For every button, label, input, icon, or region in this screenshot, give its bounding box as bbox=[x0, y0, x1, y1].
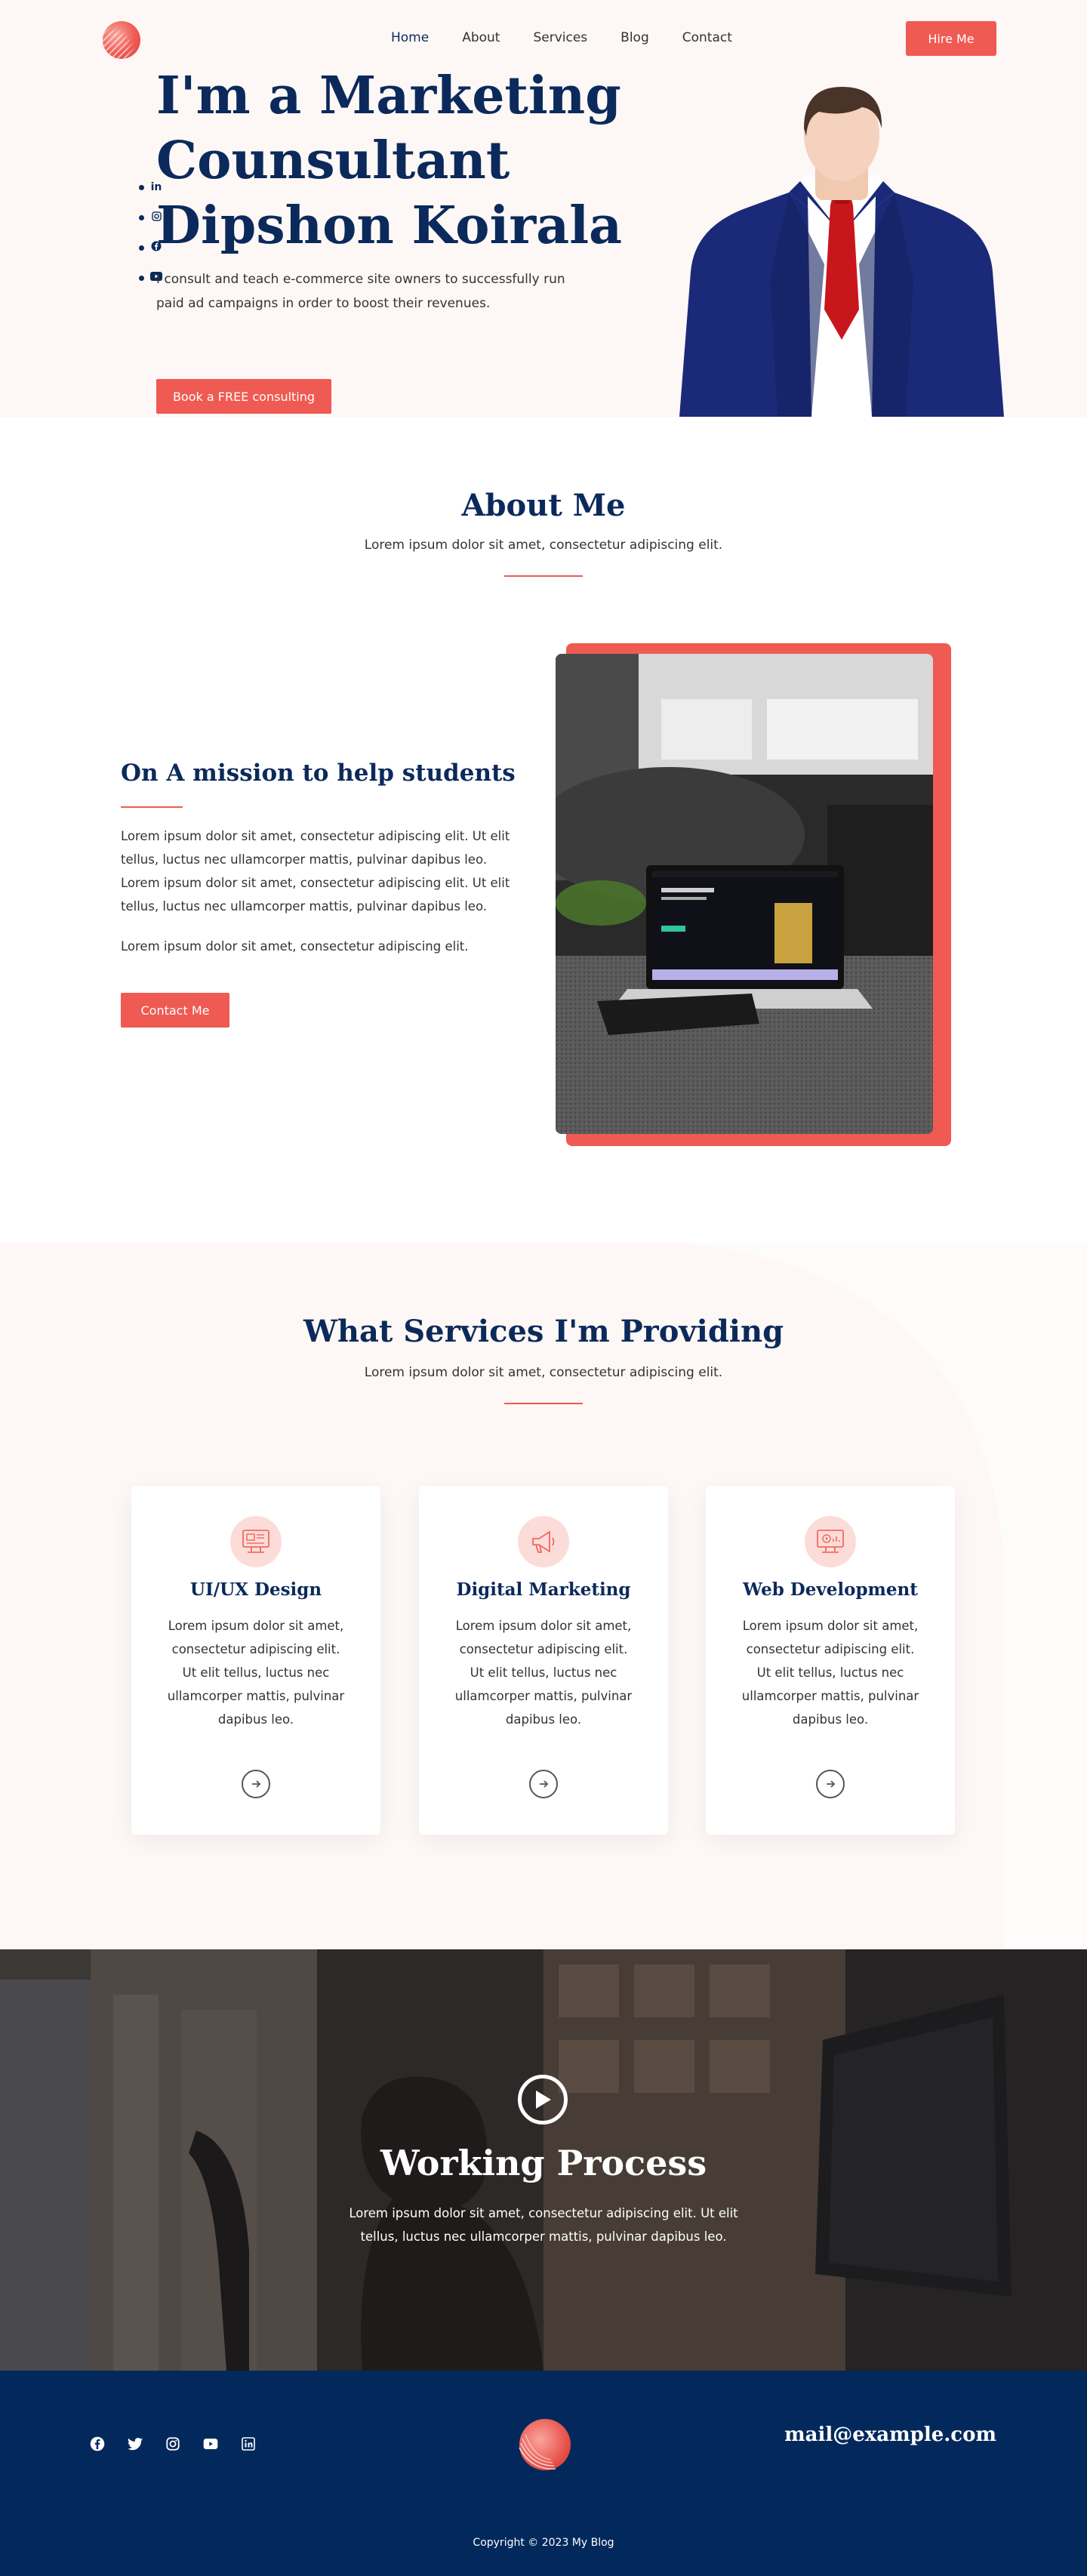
nav-about[interactable]: About bbox=[462, 30, 500, 45]
service-description: Lorem ipsum dolor sit amet, consectetur … bbox=[167, 1619, 345, 1727]
arrow-right-icon[interactable] bbox=[529, 1770, 558, 1798]
service-card-uiux[interactable]: UI/UX Design Lorem ipsum dolor sit amet,… bbox=[131, 1486, 380, 1835]
service-title: Web Development bbox=[743, 1579, 918, 1600]
twitter-icon[interactable] bbox=[127, 2436, 143, 2452]
hero-title-line: Dipshon Koirala bbox=[156, 196, 623, 256]
mission-paragraph-short: Lorem ipsum dolor sit amet, consectetur … bbox=[121, 939, 469, 954]
facebook-icon[interactable] bbox=[150, 241, 162, 254]
youtube-icon[interactable] bbox=[202, 2436, 219, 2452]
service-card-webdev[interactable]: Web Development Lorem ipsum dolor sit am… bbox=[706, 1486, 955, 1835]
list-bullet bbox=[139, 184, 144, 190]
book-consulting-button[interactable]: Book a FREE consulting bbox=[156, 379, 331, 414]
about-subtitle: Lorem ipsum dolor sit amet, consectetur … bbox=[364, 538, 723, 553]
service-description: Lorem ipsum dolor sit amet, consectetur … bbox=[454, 1619, 633, 1727]
facebook-icon[interactable] bbox=[89, 2436, 106, 2452]
mission-title: On A mission to help students bbox=[121, 760, 516, 787]
hero-title-line: Counsultant bbox=[156, 131, 510, 191]
about-title: About Me bbox=[461, 488, 626, 523]
nav-blog[interactable]: Blog bbox=[620, 30, 649, 45]
service-card-marketing[interactable]: Digital Marketing Lorem ipsum dolor sit … bbox=[419, 1486, 668, 1835]
consultant-illustration bbox=[679, 87, 1004, 417]
uiux-design-icon bbox=[230, 1516, 282, 1567]
nav-home[interactable]: Home bbox=[391, 30, 429, 45]
site-logo[interactable] bbox=[103, 21, 140, 59]
linkedin-icon[interactable]: in bbox=[150, 181, 162, 193]
list-bullet bbox=[139, 245, 144, 251]
main-nav: Home About Services Blog Contact bbox=[391, 30, 732, 45]
list-bullet bbox=[139, 214, 144, 220]
service-description: Lorem ipsum dolor sit amet, consectetur … bbox=[741, 1619, 919, 1727]
hero-title-line: I'm a Marketing bbox=[156, 66, 621, 126]
working-process-title: Working Process bbox=[380, 2143, 707, 2183]
arrow-right-icon[interactable] bbox=[816, 1770, 845, 1798]
services-divider bbox=[504, 1403, 583, 1404]
copyright-text: Copyright © 2023 My Blog bbox=[473, 2537, 614, 2549]
nav-services[interactable]: Services bbox=[533, 30, 587, 45]
web-development-icon bbox=[805, 1516, 856, 1567]
services-subtitle: Lorem ipsum dolor sit amet, consectetur … bbox=[364, 1365, 723, 1380]
service-title: UI/UX Design bbox=[189, 1579, 322, 1600]
mission-paragraph: Lorem ipsum dolor sit amet, consectetur … bbox=[121, 829, 510, 914]
service-title: Digital Marketing bbox=[456, 1579, 631, 1600]
services-title: What Services I'm Providing bbox=[303, 1314, 784, 1349]
laptop-photo bbox=[556, 654, 933, 1134]
mission-divider bbox=[121, 806, 183, 808]
linkedin-icon[interactable] bbox=[240, 2436, 257, 2452]
instagram-icon[interactable] bbox=[150, 211, 162, 224]
hero-title: I'm a Marketing Counsultant Dipshon Koir… bbox=[156, 63, 639, 258]
hire-me-button[interactable]: Hire Me bbox=[906, 21, 996, 56]
list-bullet bbox=[139, 275, 144, 281]
footer-email[interactable]: mail@example.com bbox=[755, 2423, 996, 2446]
instagram-icon[interactable] bbox=[165, 2436, 181, 2452]
about-divider bbox=[504, 575, 583, 577]
nav-contact[interactable]: Contact bbox=[682, 30, 732, 45]
working-process-text: Lorem ipsum dolor sit amet, consectetur … bbox=[349, 2206, 738, 2244]
play-video-icon[interactable] bbox=[518, 2075, 568, 2125]
footer-logo[interactable] bbox=[509, 2417, 578, 2472]
footer-social-links bbox=[89, 2436, 257, 2452]
contact-me-button[interactable]: Contact Me bbox=[121, 993, 229, 1028]
arrow-right-icon[interactable] bbox=[242, 1770, 270, 1798]
hero-description: I consult and teach e-commerce site owne… bbox=[156, 272, 565, 311]
megaphone-icon bbox=[518, 1516, 569, 1567]
